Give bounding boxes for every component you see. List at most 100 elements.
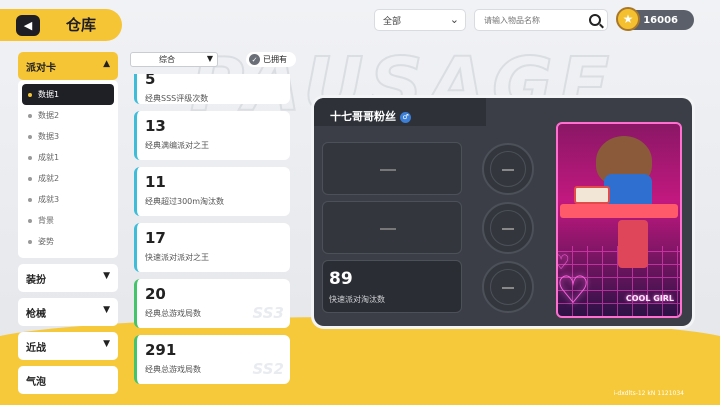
category-outfit[interactable]: 装扮 ▼ [18,264,118,292]
season-watermark: SS3 [252,304,284,322]
stat-card[interactable]: 11 经典超过300m淘汰数 [134,167,290,216]
stat-value: 5 [145,74,156,88]
search-input[interactable] [484,15,582,25]
bullet-icon [28,92,32,97]
category-label: 派对卡 [26,62,56,74]
badge-slot[interactable] [482,202,534,254]
stat-card-list[interactable]: 5 经典SSS评级次数 13 经典满编派对之王 11 经典超过300m淘汰数 1… [134,74,290,390]
stat-card[interactable]: 17 快速派对派对之王 [134,223,290,272]
owned-toggle[interactable]: ✓ 已拥有 [246,52,296,67]
stat-card[interactable]: 5 经典SSS评级次数 [134,74,290,104]
subcategory-label: 背景 [38,216,54,225]
subcategory-item[interactable]: 数据3 [22,126,114,147]
subcategory-label: 成就1 [38,153,60,162]
badge-ring-icon [490,210,526,246]
stat-card[interactable]: 20 经典总游戏局数 SS3 [134,279,290,328]
chevron-down-icon: ⌄ [449,13,459,26]
chair [618,220,648,268]
slot-label: 快速派对淘汰数 [329,295,385,304]
badge-slot[interactable] [482,143,534,195]
category-bubble[interactable]: 气泡 [18,366,118,394]
category-guns[interactable]: 枪械 ▼ [18,298,118,326]
bullet-icon [28,218,32,223]
stat-value: 17 [145,229,166,247]
stat-card[interactable]: 291 经典总游戏局数 SS2 [134,335,290,384]
bullet-icon [28,155,32,160]
subcategory-label: 数据1 [38,90,60,99]
owned-label: 已拥有 [263,55,287,64]
bullet-icon [28,176,32,181]
back-button[interactable]: ◀ [16,15,40,36]
category-label: 气泡 [26,376,46,388]
bullet-icon [28,134,32,139]
stat-card[interactable]: 13 经典满编派对之王 [134,111,290,160]
player-name: 十七哥哥粉丝 ♂ [330,108,411,124]
player-card-panel: 十七哥哥粉丝 ♂ 89 快速派对淘汰数 ♡ ♡ COOL GIRL [314,98,692,326]
filter-dropdown[interactable]: 全部 ⌄ [374,9,466,31]
sort-label: 综合 [159,55,175,64]
chevron-down-icon: ▼ [103,271,110,281]
category-melee[interactable]: 近战 ▼ [18,332,118,360]
subcategory-label: 姿势 [38,237,54,246]
subcategory-item[interactable]: 成就3 [22,189,114,210]
party-card-artwork: ♡ ♡ COOL GIRL [556,122,682,318]
badge-ring-icon [490,269,526,305]
season-watermark: SS2 [252,360,284,378]
stat-value: 291 [145,341,177,359]
subcategory-item[interactable]: 成就1 [22,147,114,168]
player-name-text: 十七哥哥粉丝 [330,110,396,123]
subcategory-list: 数据1 数据2 数据3 成就1 成就2 成就3 背景 姿势 [18,80,118,258]
filter-value: 全部 [383,16,402,27]
subcategory-label: 数据3 [38,132,60,141]
category-label: 枪械 [26,308,46,320]
subcategory-item[interactable]: 数据1 [22,84,114,105]
badge-ring-icon [490,151,526,187]
stat-slot-filled[interactable]: 89 快速派对淘汰数 [322,260,462,313]
bullet-icon [28,239,32,244]
neon-sign-text: COOL GIRL [625,294,674,303]
stat-label: 经典SSS评级次数 [145,94,209,103]
chevron-down-icon: ▼ [206,54,213,63]
desk [560,204,678,218]
slot-value: 89 [329,269,353,289]
chevron-down-icon: ▼ [103,305,110,315]
stat-label: 快速派对派对之王 [145,253,209,262]
pizza-box-icon [574,186,610,204]
stat-slot-empty[interactable] [322,142,462,195]
stat-value: 11 [145,173,166,191]
check-icon: ✓ [249,54,260,65]
empty-dash-icon [380,228,396,230]
sort-dropdown[interactable]: 综合 ▼ [130,52,218,67]
empty-dash-icon [380,169,396,171]
subcategory-label: 成就2 [38,174,60,183]
male-gender-icon: ♂ [400,112,411,123]
stat-label: 经典满编派对之王 [145,141,209,150]
subcategory-label: 成就3 [38,195,60,204]
search-box[interactable] [474,9,608,31]
stat-label: 经典超过300m淘汰数 [145,197,225,206]
badge-slot[interactable] [482,261,534,313]
subcategory-label: 数据2 [38,111,60,120]
stat-slot-empty[interactable] [322,201,462,254]
currency-display: ★ 16006 [616,7,694,31]
subcategory-item[interactable]: 姿势 [22,231,114,252]
subcategory-item[interactable]: 背景 [22,210,114,231]
chevron-down-icon: ▼ [103,339,110,349]
session-id: i-dxdlts-12 kN 1121034 [613,390,684,397]
stat-value: 20 [145,285,166,303]
subcategory-item[interactable]: 数据2 [22,105,114,126]
category-label: 装扮 [26,274,46,286]
star-coin-icon: ★ [616,7,640,31]
bullet-icon [28,197,32,202]
subcategory-item[interactable]: 成就2 [22,168,114,189]
neon-heart-icon: ♡ [556,268,591,312]
currency-amount: 16006 [643,14,678,26]
category-label: 近战 [26,342,46,354]
category-party-card[interactable]: 派对卡 ▲ [18,52,118,80]
search-icon[interactable] [589,14,601,26]
chevron-up-icon: ▲ [103,59,110,69]
category-menu: 派对卡 ▲ 数据1 数据2 数据3 成就1 成就2 成就3 背景 姿势 装扮 ▼… [18,52,118,400]
stat-value: 13 [145,117,166,135]
back-arrow-icon: ◀ [23,19,33,32]
page-title: 仓库 [66,16,97,34]
